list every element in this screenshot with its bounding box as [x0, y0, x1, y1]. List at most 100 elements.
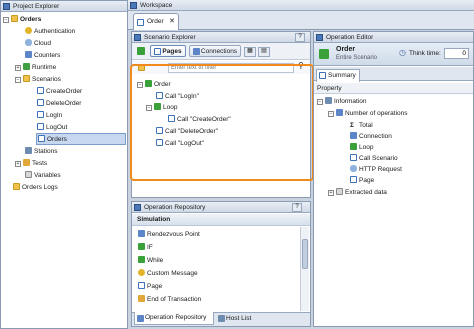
scenario-icon [37, 111, 44, 118]
workspace-title: Workspace [140, 2, 173, 9]
prop-connection[interactable]: Connection [350, 131, 392, 142]
editor-order-name: Order [336, 46, 356, 53]
op-while[interactable]: While [138, 255, 163, 266]
loop-icon [350, 143, 357, 150]
repository-scrollbar[interactable] [300, 227, 309, 311]
pages-button[interactable]: Pages [150, 45, 186, 57]
tab-order-label: Order [147, 18, 164, 25]
order-header-icon [319, 49, 329, 59]
op-custom-message[interactable]: Custom Message [138, 268, 198, 279]
operation-repository-titlebar: Operation Repository [132, 202, 310, 213]
tab-host-list[interactable]: Host List [216, 313, 262, 325]
tree-item-authentication[interactable]: Authentication [25, 26, 75, 37]
variable-icon [25, 171, 32, 178]
prop-loop[interactable]: Loop [350, 142, 373, 153]
workspace-titlebar: Workspace [128, 0, 474, 11]
simulation-header[interactable]: Simulation [132, 214, 310, 226]
tree-item-scenarios[interactable]: − Scenarios [15, 74, 61, 85]
repository-tab-icon [137, 315, 144, 322]
test-icon [23, 159, 30, 166]
tab-order[interactable]: Order ✕ [133, 13, 179, 30]
tree-item-cloud[interactable]: Cloud [25, 38, 51, 49]
prop-call-scenario[interactable]: Call Scenario [350, 153, 398, 164]
expand-icon[interactable]: + [15, 161, 21, 167]
operations-icon [336, 109, 343, 116]
prop-page[interactable]: Page [350, 175, 374, 186]
scenario-explorer-options-button[interactable]: ? [295, 33, 305, 42]
op-rendezvous-point[interactable]: Rendezvous Point [138, 229, 200, 240]
connections-icon [193, 48, 200, 55]
tree-item-login[interactable]: LogIn [37, 110, 62, 121]
prop-http-request[interactable]: HTTP Request [350, 164, 402, 175]
runtime-icon [23, 63, 30, 70]
tree-item-counters[interactable]: Counters [25, 50, 60, 61]
operation-repository-icon [134, 204, 141, 211]
tree-highlight-box [130, 64, 314, 181]
connections-button[interactable]: Connections [189, 45, 241, 57]
tree-item-createorder[interactable]: CreateOrder [37, 86, 82, 97]
host-list-icon [218, 315, 225, 322]
folder-icon [13, 183, 20, 190]
pages-icon [154, 48, 161, 55]
collapse-icon[interactable]: − [317, 99, 323, 105]
prop-total[interactable]: Σ Total [350, 120, 373, 131]
close-tab-icon[interactable]: ✕ [169, 14, 175, 30]
prop-number-of-operations[interactable]: − Number of operations [328, 108, 408, 119]
repository-scrollbar-thumb[interactable] [302, 239, 308, 269]
tree-item-orders-logs[interactable]: Orders Logs [13, 182, 58, 193]
connection-icon [350, 132, 357, 139]
tree-item-tests[interactable]: + Tests [15, 158, 47, 169]
think-time-clock-icon: ◷ [399, 48, 406, 57]
prop-information[interactable]: − Information [317, 96, 367, 107]
scenario-icon [38, 135, 45, 142]
tree-item-deleteorder[interactable]: DeleteOrder [37, 98, 81, 109]
folder-icon [23, 75, 30, 82]
operation-repository-options-button[interactable]: ? [292, 203, 302, 212]
counter-icon [25, 51, 32, 58]
tree-item-stations[interactable]: Stations [25, 146, 58, 157]
scenario-icon [37, 123, 44, 130]
sigma-icon: Σ [350, 122, 354, 129]
scenario-icon [37, 99, 44, 106]
op-end-of-transaction[interactable]: End of Transaction [138, 294, 201, 305]
collapse-icon[interactable]: − [328, 111, 334, 117]
project-explorer-icon [3, 3, 10, 10]
extracted-data-icon [336, 188, 343, 195]
project-root[interactable]: − Orders [3, 14, 41, 25]
operation-editor-titlebar: Operation Editor [314, 32, 473, 43]
op-if[interactable]: IF [138, 242, 153, 253]
project-explorer-titlebar: Project Explorer [1, 1, 127, 12]
key-icon [25, 27, 32, 34]
layout-button[interactable]: ▤ [258, 47, 270, 57]
scenario-icon [37, 87, 44, 94]
tree-item-runtime[interactable]: + Runtime [15, 62, 56, 73]
project-icon [11, 15, 18, 22]
tree-item-orders[interactable]: Orders [36, 133, 126, 145]
tab-summary[interactable]: Summary [316, 69, 360, 82]
scenario-tab-icon [137, 19, 144, 26]
rendezvous-icon [138, 230, 145, 237]
property-header: Property [314, 83, 473, 94]
think-time-input[interactable] [444, 48, 469, 59]
message-icon [138, 269, 145, 276]
tree-item-logout[interactable]: LogOut [37, 122, 67, 133]
collapse-icon[interactable]: − [3, 17, 9, 23]
call-scenario-icon [350, 154, 357, 161]
operation-repository-panel: Operation Repository ? Simulation Rendez… [131, 201, 311, 327]
expand-icon[interactable]: + [15, 65, 21, 71]
tree-item-variables[interactable]: Variables [25, 170, 61, 181]
op-page[interactable]: Page [138, 281, 162, 292]
collapse-icon[interactable]: − [15, 77, 21, 83]
tab-operation-repository[interactable]: Operation Repository [134, 312, 214, 325]
check-icon[interactable] [137, 47, 145, 55]
expand-icon[interactable]: + [328, 190, 334, 196]
operation-editor-icon [316, 34, 323, 41]
view-toggle-button[interactable]: ▦ [244, 47, 256, 57]
information-icon [325, 97, 332, 104]
prop-extracted-data[interactable]: + Extracted data [328, 187, 387, 198]
http-request-icon [350, 165, 357, 172]
summary-icon [319, 72, 326, 79]
workspace-icon [130, 2, 137, 9]
operation-editor-panel: Operation Editor Order Entire Scenario ◷… [313, 31, 474, 327]
editor-order-subtitle: Entire Scenario [336, 55, 378, 61]
